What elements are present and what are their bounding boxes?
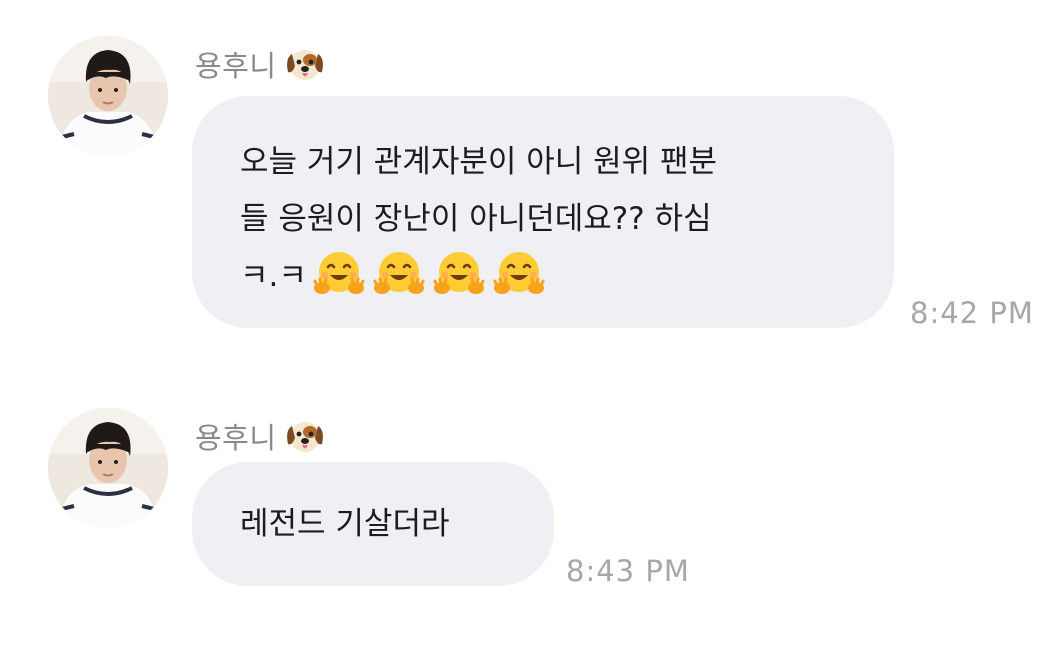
sender-name: 용후니: [195, 49, 277, 83]
message-timestamp: 8:43 PM: [566, 554, 690, 588]
message-bubble[interactable]: 레전드 기살더라: [192, 462, 554, 586]
message-group: 용후니 레전드 기살더라 8:43 PM: [0, 372, 1044, 632]
dog-face-icon: [283, 416, 327, 456]
message-group: 용후니 오늘 거기 관계자분이 아니 원위 팬분 들 응원이 장난이 아니던데요…: [0, 0, 1044, 345]
message-line-text: ㅋ.ㅋ: [240, 258, 307, 294]
message-line: 오늘 거기 관계자분이 아니 원위 팬분: [240, 144, 718, 180]
emoji-row: [313, 248, 545, 300]
profile-photo-icon: [48, 408, 168, 528]
avatar[interactable]: [48, 36, 168, 156]
chat-screen: 용후니 오늘 거기 관계자분이 아니 원위 팬분 들 응원이 장난이 아니던데요…: [0, 0, 1044, 657]
hugging-face-icon: [373, 248, 425, 300]
message-line: 들 응원이 장난이 아니던데요?? 하심: [240, 201, 712, 237]
hugging-face-icon: [313, 248, 365, 300]
message-bubble[interactable]: 오늘 거기 관계자분이 아니 원위 팬분 들 응원이 장난이 아니던데요?? 하…: [192, 96, 894, 328]
sender-label: 용후니: [195, 416, 327, 456]
message-timestamp: 8:42 PM: [910, 296, 1034, 330]
message-line-last: ㅋ.ㅋ: [240, 248, 854, 305]
message-line: 레전드 기살더라: [240, 506, 450, 542]
dog-face-icon: [283, 44, 327, 84]
profile-photo-icon: [48, 36, 168, 156]
sender-label: 용후니: [195, 44, 327, 84]
hugging-face-icon: [493, 248, 545, 300]
sender-name: 용후니: [195, 421, 277, 455]
avatar[interactable]: [48, 408, 168, 528]
hugging-face-icon: [433, 248, 485, 300]
